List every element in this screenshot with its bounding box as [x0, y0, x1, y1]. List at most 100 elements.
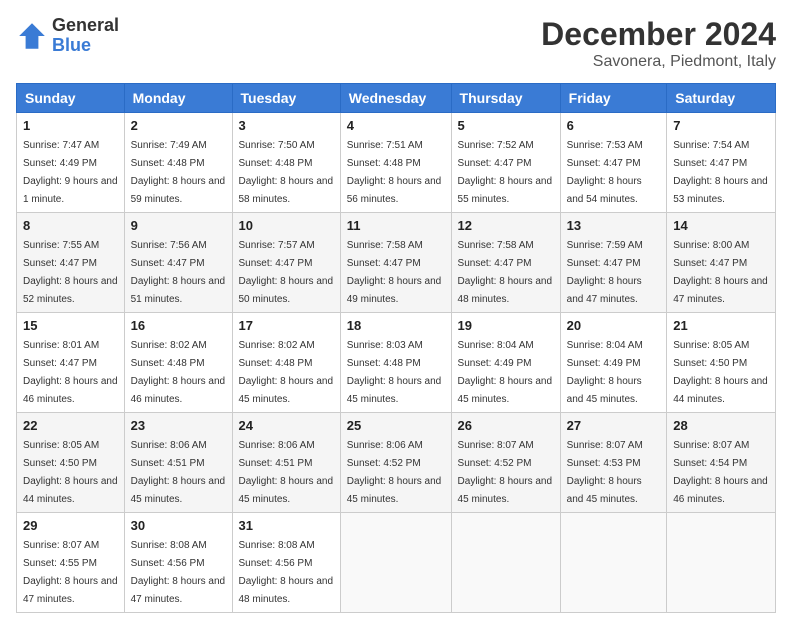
day-info: Sunrise: 7:50 AMSunset: 4:48 PMDaylight:… — [239, 140, 334, 205]
day-number: 13 — [567, 218, 661, 233]
table-row: 12 Sunrise: 7:58 AMSunset: 4:47 PMDaylig… — [451, 213, 560, 313]
table-row: 10 Sunrise: 7:57 AMSunset: 4:47 PMDaylig… — [232, 213, 340, 313]
day-number: 25 — [347, 418, 445, 433]
day-info: Sunrise: 8:04 AMSunset: 4:49 PMDaylight:… — [567, 340, 643, 405]
logo-text: General Blue — [52, 16, 119, 56]
day-info: Sunrise: 7:57 AMSunset: 4:47 PMDaylight:… — [239, 240, 334, 305]
day-info: Sunrise: 8:07 AMSunset: 4:53 PMDaylight:… — [567, 440, 643, 505]
day-number: 30 — [131, 518, 226, 533]
table-row: 11 Sunrise: 7:58 AMSunset: 4:47 PMDaylig… — [340, 213, 451, 313]
day-number: 19 — [458, 318, 554, 333]
col-monday: Monday — [124, 84, 232, 113]
table-row: 25 Sunrise: 8:06 AMSunset: 4:52 PMDaylig… — [340, 413, 451, 513]
day-info: Sunrise: 7:59 AMSunset: 4:47 PMDaylight:… — [567, 240, 643, 305]
day-number: 10 — [239, 218, 334, 233]
table-row: 17 Sunrise: 8:02 AMSunset: 4:48 PMDaylig… — [232, 313, 340, 413]
day-number: 24 — [239, 418, 334, 433]
day-info: Sunrise: 8:08 AMSunset: 4:56 PMDaylight:… — [239, 540, 334, 605]
day-number: 29 — [23, 518, 118, 533]
day-info: Sunrise: 7:58 AMSunset: 4:47 PMDaylight:… — [347, 240, 442, 305]
table-row: 16 Sunrise: 8:02 AMSunset: 4:48 PMDaylig… — [124, 313, 232, 413]
day-number: 21 — [673, 318, 769, 333]
day-info: Sunrise: 7:47 AMSunset: 4:49 PMDaylight:… — [23, 140, 118, 205]
page-header: General Blue December 2024 Savonera, Pie… — [16, 16, 776, 71]
logo: General Blue — [16, 16, 119, 56]
day-info: Sunrise: 7:56 AMSunset: 4:47 PMDaylight:… — [131, 240, 226, 305]
table-row: 14 Sunrise: 8:00 AMSunset: 4:47 PMDaylig… — [667, 213, 776, 313]
table-row: 29 Sunrise: 8:07 AMSunset: 4:55 PMDaylig… — [17, 513, 125, 613]
day-info: Sunrise: 7:53 AMSunset: 4:47 PMDaylight:… — [567, 140, 643, 205]
day-info: Sunrise: 8:06 AMSunset: 4:51 PMDaylight:… — [131, 440, 226, 505]
table-row: 23 Sunrise: 8:06 AMSunset: 4:51 PMDaylig… — [124, 413, 232, 513]
day-info: Sunrise: 8:07 AMSunset: 4:52 PMDaylight:… — [458, 440, 553, 505]
day-number: 28 — [673, 418, 769, 433]
day-info: Sunrise: 7:55 AMSunset: 4:47 PMDaylight:… — [23, 240, 118, 305]
calendar-week-5: 29 Sunrise: 8:07 AMSunset: 4:55 PMDaylig… — [17, 513, 776, 613]
day-info: Sunrise: 8:06 AMSunset: 4:51 PMDaylight:… — [239, 440, 334, 505]
location: Savonera, Piedmont, Italy — [541, 53, 776, 71]
day-info: Sunrise: 8:04 AMSunset: 4:49 PMDaylight:… — [458, 340, 553, 405]
table-row — [560, 513, 667, 613]
table-row: 6 Sunrise: 7:53 AMSunset: 4:47 PMDayligh… — [560, 113, 667, 213]
day-number: 3 — [239, 118, 334, 133]
table-row — [451, 513, 560, 613]
day-number: 4 — [347, 118, 445, 133]
day-info: Sunrise: 8:01 AMSunset: 4:47 PMDaylight:… — [23, 340, 118, 405]
col-wednesday: Wednesday — [340, 84, 451, 113]
calendar-week-4: 22 Sunrise: 8:05 AMSunset: 4:50 PMDaylig… — [17, 413, 776, 513]
day-number: 14 — [673, 218, 769, 233]
table-row — [667, 513, 776, 613]
table-row: 22 Sunrise: 8:05 AMSunset: 4:50 PMDaylig… — [17, 413, 125, 513]
day-info: Sunrise: 7:58 AMSunset: 4:47 PMDaylight:… — [458, 240, 553, 305]
day-info: Sunrise: 7:49 AMSunset: 4:48 PMDaylight:… — [131, 140, 226, 205]
col-thursday: Thursday — [451, 84, 560, 113]
table-row: 2 Sunrise: 7:49 AMSunset: 4:48 PMDayligh… — [124, 113, 232, 213]
table-row: 18 Sunrise: 8:03 AMSunset: 4:48 PMDaylig… — [340, 313, 451, 413]
day-number: 8 — [23, 218, 118, 233]
day-info: Sunrise: 8:06 AMSunset: 4:52 PMDaylight:… — [347, 440, 442, 505]
table-row: 31 Sunrise: 8:08 AMSunset: 4:56 PMDaylig… — [232, 513, 340, 613]
day-number: 11 — [347, 218, 445, 233]
col-sunday: Sunday — [17, 84, 125, 113]
calendar-header-row: Sunday Monday Tuesday Wednesday Thursday… — [17, 84, 776, 113]
day-number: 2 — [131, 118, 226, 133]
calendar-week-1: 1 Sunrise: 7:47 AMSunset: 4:49 PMDayligh… — [17, 113, 776, 213]
day-info: Sunrise: 8:07 AMSunset: 4:55 PMDaylight:… — [23, 540, 118, 605]
day-info: Sunrise: 8:08 AMSunset: 4:56 PMDaylight:… — [131, 540, 226, 605]
day-number: 6 — [567, 118, 661, 133]
day-info: Sunrise: 7:52 AMSunset: 4:47 PMDaylight:… — [458, 140, 553, 205]
table-row: 19 Sunrise: 8:04 AMSunset: 4:49 PMDaylig… — [451, 313, 560, 413]
day-number: 5 — [458, 118, 554, 133]
calendar-week-2: 8 Sunrise: 7:55 AMSunset: 4:47 PMDayligh… — [17, 213, 776, 313]
day-number: 15 — [23, 318, 118, 333]
day-number: 17 — [239, 318, 334, 333]
table-row: 15 Sunrise: 8:01 AMSunset: 4:47 PMDaylig… — [17, 313, 125, 413]
day-info: Sunrise: 8:07 AMSunset: 4:54 PMDaylight:… — [673, 440, 768, 505]
day-info: Sunrise: 8:05 AMSunset: 4:50 PMDaylight:… — [23, 440, 118, 505]
table-row: 8 Sunrise: 7:55 AMSunset: 4:47 PMDayligh… — [17, 213, 125, 313]
title-section: December 2024 Savonera, Piedmont, Italy — [541, 16, 776, 71]
month-title: December 2024 — [541, 16, 776, 53]
day-number: 12 — [458, 218, 554, 233]
day-number: 7 — [673, 118, 769, 133]
table-row — [340, 513, 451, 613]
day-number: 22 — [23, 418, 118, 433]
table-row: 3 Sunrise: 7:50 AMSunset: 4:48 PMDayligh… — [232, 113, 340, 213]
day-number: 23 — [131, 418, 226, 433]
table-row: 28 Sunrise: 8:07 AMSunset: 4:54 PMDaylig… — [667, 413, 776, 513]
day-info: Sunrise: 7:51 AMSunset: 4:48 PMDaylight:… — [347, 140, 442, 205]
day-info: Sunrise: 8:02 AMSunset: 4:48 PMDaylight:… — [239, 340, 334, 405]
col-saturday: Saturday — [667, 84, 776, 113]
day-number: 31 — [239, 518, 334, 533]
day-info: Sunrise: 8:03 AMSunset: 4:48 PMDaylight:… — [347, 340, 442, 405]
table-row: 4 Sunrise: 7:51 AMSunset: 4:48 PMDayligh… — [340, 113, 451, 213]
table-row: 7 Sunrise: 7:54 AMSunset: 4:47 PMDayligh… — [667, 113, 776, 213]
table-row: 20 Sunrise: 8:04 AMSunset: 4:49 PMDaylig… — [560, 313, 667, 413]
table-row: 13 Sunrise: 7:59 AMSunset: 4:47 PMDaylig… — [560, 213, 667, 313]
col-friday: Friday — [560, 84, 667, 113]
day-number: 27 — [567, 418, 661, 433]
table-row: 26 Sunrise: 8:07 AMSunset: 4:52 PMDaylig… — [451, 413, 560, 513]
table-row: 9 Sunrise: 7:56 AMSunset: 4:47 PMDayligh… — [124, 213, 232, 313]
logo-blue: Blue — [52, 36, 119, 56]
table-row: 30 Sunrise: 8:08 AMSunset: 4:56 PMDaylig… — [124, 513, 232, 613]
